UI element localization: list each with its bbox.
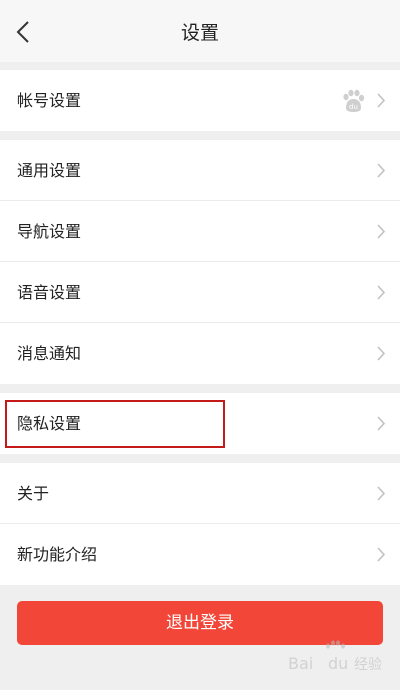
chevron-right-icon [377,346,386,361]
notifications-label: 消息通知 [17,344,82,363]
navigation-settings-label: 导航设置 [17,222,82,241]
chevron-right-icon [377,486,386,501]
baidu-paw-icon: du [343,89,365,112]
about-row[interactable]: 关于 [0,463,400,524]
chevron-right-icon [377,416,386,431]
privacy-highlight-box [5,400,225,448]
general-settings-label: 通用设置 [17,161,82,180]
chevron-right-icon [377,285,386,300]
chevron-right-icon [377,547,386,562]
voice-settings-label: 语音设置 [17,283,82,302]
about-label: 关于 [17,484,50,503]
top-bar: 设置 [0,0,400,62]
about-section: 关于 新功能介绍 [0,463,400,585]
new-features-label: 新功能介绍 [17,545,98,564]
navigation-settings-row[interactable]: 导航设置 [0,201,400,262]
svg-text:经验: 经验 [354,657,382,673]
account-section: 帐号设置 du [0,70,400,131]
general-section: 通用设置 导航设置 语音设置 消息通知 [0,140,400,384]
svg-text:Bai: Bai [288,654,313,673]
voice-settings-row[interactable]: 语音设置 [0,262,400,323]
chevron-right-icon [377,224,386,239]
general-settings-row[interactable]: 通用设置 [0,140,400,201]
account-settings-row[interactable]: 帐号设置 du [0,70,400,131]
page-title: 设置 [180,22,219,44]
account-settings-label: 帐号设置 [17,91,82,110]
new-features-row[interactable]: 新功能介绍 [0,524,400,585]
chevron-right-icon [377,163,386,178]
notifications-row[interactable]: 消息通知 [0,323,400,384]
watermark-logo: Bai du 经验 [288,640,382,673]
chevron-right-icon [377,93,386,108]
svg-text:du: du [349,103,358,111]
svg-text:du: du [328,654,348,673]
